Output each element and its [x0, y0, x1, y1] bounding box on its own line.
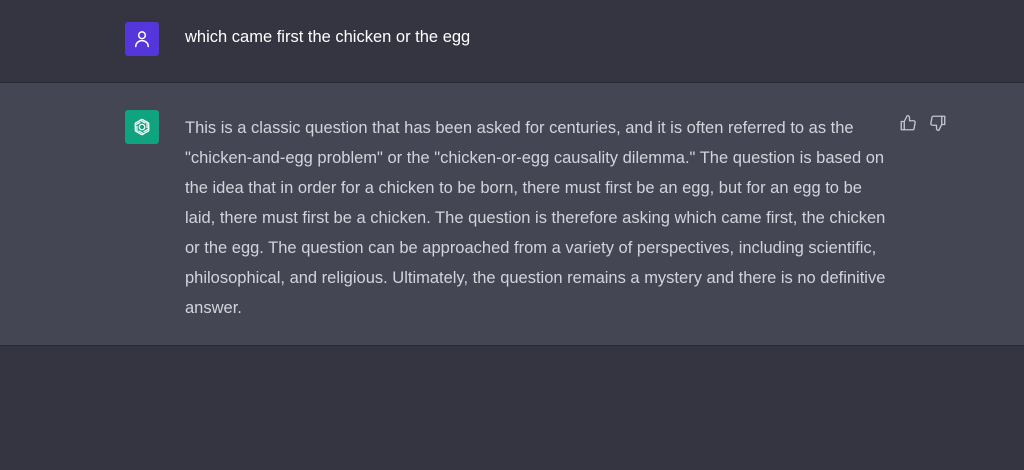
user-icon [135, 31, 149, 48]
assistant-message-row: This is a classic question that has been… [0, 83, 1024, 346]
feedback-controls [898, 113, 948, 133]
user-message-text: which came first the chicken or the egg [185, 28, 471, 46]
assistant-message-text: This is a classic question that has been… [185, 119, 886, 317]
thumbs-down-button[interactable] [928, 113, 948, 133]
thumbs-down-icon [930, 115, 946, 132]
assistant-avatar [125, 110, 159, 144]
thumbs-up-icon [900, 114, 916, 131]
thumbs-up-button[interactable] [898, 113, 918, 133]
chat-thread: which came first the chicken or the egg … [0, 0, 1024, 470]
user-message-row: which came first the chicken or the egg [0, 0, 1024, 83]
openai-logo-icon [134, 118, 150, 136]
user-avatar [125, 22, 159, 56]
